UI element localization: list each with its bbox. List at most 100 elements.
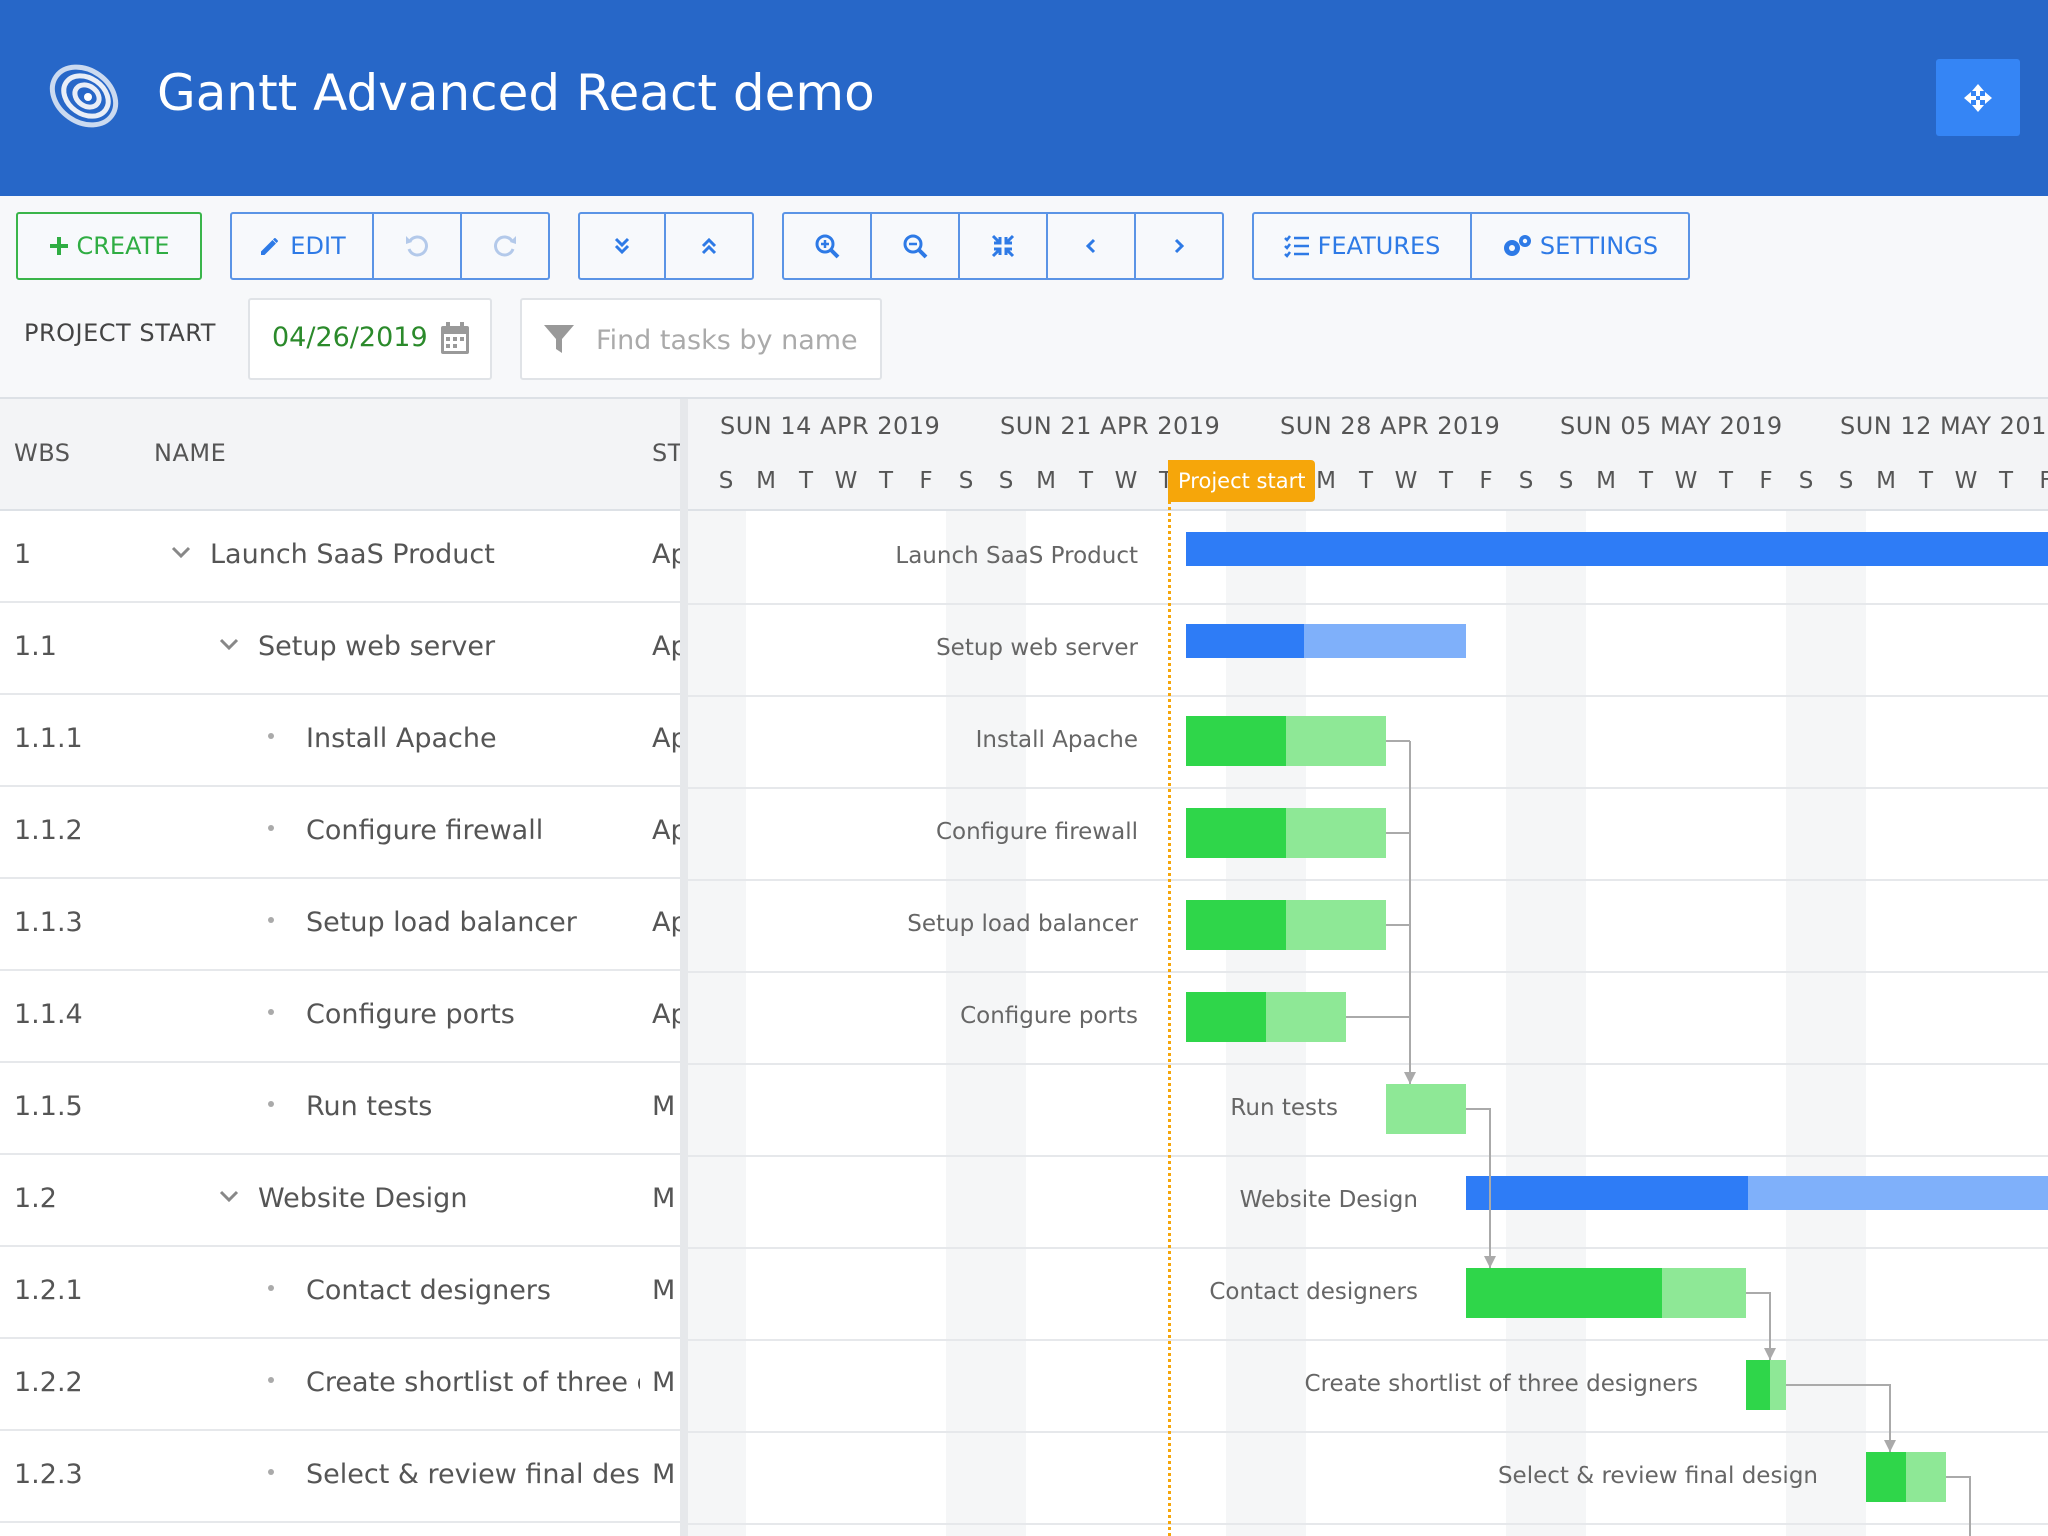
task-bar[interactable] — [1386, 1084, 1466, 1134]
features-label: FEATURES — [1317, 232, 1441, 260]
leaf-bullet-icon — [268, 1469, 274, 1475]
create-label: CREATE — [76, 232, 170, 260]
task-bar[interactable] — [1866, 1452, 1946, 1502]
pencil-icon — [261, 238, 279, 255]
wbs-cell: 1.1 — [14, 631, 57, 662]
day-header-label: T — [1638, 468, 1654, 494]
table-row[interactable]: 1.1.4 Configure ports Ap — [0, 971, 680, 1063]
day-header-label: S — [718, 468, 734, 494]
day-header-label: T — [1998, 468, 2014, 494]
table-row[interactable]: 1.2.3 Select & review final design M — [0, 1431, 680, 1523]
day-header-label: S — [1558, 468, 1574, 494]
task-bar-label: Setup web server — [936, 635, 1138, 661]
row-divider — [688, 1523, 2048, 1525]
collapse-all-button[interactable] — [666, 214, 752, 278]
create-button[interactable]: CREATE — [18, 214, 200, 278]
gears-icon — [1503, 235, 1531, 256]
zoom-out-button[interactable] — [872, 214, 960, 278]
redo-button[interactable] — [462, 214, 548, 278]
row-divider — [688, 1063, 2048, 1065]
task-filter-input[interactable] — [596, 320, 866, 360]
project-start-flag[interactable]: Project start — [1168, 460, 1316, 502]
table-row[interactable]: 1 Launch SaaS Product Ap — [0, 511, 680, 603]
task-progress — [1866, 1452, 1906, 1502]
chevron-down-icon[interactable] — [218, 1189, 240, 1205]
day-header-label: S — [998, 468, 1014, 494]
table-row[interactable]: 1.1.5 Run tests M — [0, 1063, 680, 1155]
column-header-name[interactable]: NAME — [154, 439, 226, 467]
edit-button[interactable]: EDIT — [232, 214, 374, 278]
zoom-in-button[interactable] — [784, 214, 872, 278]
next-button[interactable] — [1136, 214, 1222, 278]
chevron-down-icon[interactable] — [170, 545, 192, 561]
app-header: Gantt Advanced React demo — [0, 0, 2048, 196]
task-filter-field[interactable] — [520, 298, 882, 380]
row-divider — [688, 1247, 2048, 1249]
fullscreen-button[interactable] — [1936, 59, 2020, 136]
week-header-label: SUN 28 APR 2019 — [1280, 412, 1501, 440]
task-bar[interactable] — [1186, 992, 1346, 1042]
day-header-label: T — [1358, 468, 1374, 494]
task-name-cell: Configure firewall — [306, 815, 544, 846]
project-start-label: PROJECT START — [24, 319, 216, 347]
task-bar[interactable] — [1466, 1176, 2048, 1210]
double-chevron-up-icon — [701, 237, 717, 255]
leaf-bullet-icon — [268, 917, 274, 923]
column-header-wbs[interactable]: WBS — [14, 439, 71, 467]
start-date-cell: M — [652, 1367, 676, 1398]
table-row[interactable]: 1.2.1 Contact designers M — [0, 1247, 680, 1339]
task-bar[interactable] — [1186, 900, 1386, 950]
task-bar[interactable] — [1186, 532, 2048, 566]
day-header-label: M — [756, 468, 776, 494]
day-header-label: F — [919, 468, 933, 494]
table-row[interactable]: 1.1.3 Setup load balancer Ap — [0, 879, 680, 971]
wbs-cell: 1.1.1 — [14, 723, 83, 754]
task-bar[interactable] — [1466, 1268, 1746, 1318]
week-header-label: SUN 12 MAY 2019 — [1840, 412, 2048, 440]
chevron-down-icon[interactable] — [218, 637, 240, 653]
table-row[interactable]: 1.2.2 Create shortlist of three designers… — [0, 1339, 680, 1431]
previous-button[interactable] — [1048, 214, 1136, 278]
expand-all-button[interactable] — [580, 214, 666, 278]
day-header-label: T — [798, 468, 814, 494]
task-name-cell: Install Apache — [306, 723, 497, 754]
leaf-bullet-icon — [268, 733, 274, 739]
wbs-cell: 1.1.2 — [14, 815, 83, 846]
features-button[interactable]: FEATURES — [1254, 214, 1472, 278]
calendar-icon[interactable] — [440, 320, 470, 356]
undo-button[interactable] — [374, 214, 462, 278]
day-header-label: M — [1036, 468, 1056, 494]
day-header-label: F — [1759, 468, 1773, 494]
wbs-cell: 1.2.1 — [14, 1275, 83, 1306]
task-bar-label: Select & review final design — [1497, 1463, 1818, 1489]
task-bar[interactable] — [1186, 624, 1466, 658]
leaf-bullet-icon — [268, 1377, 274, 1383]
task-bar-label: Install Apache — [975, 727, 1138, 753]
project-start-value[interactable]: 04/26/2019 — [272, 322, 428, 353]
project-start-line — [1168, 460, 1171, 1536]
start-date-cell: M — [652, 1459, 676, 1490]
project-start-field[interactable]: 04/26/2019 — [248, 298, 492, 380]
table-row[interactable]: 1.2 Website Design M — [0, 1155, 680, 1247]
task-progress — [1186, 624, 1304, 658]
task-progress — [1186, 532, 2048, 566]
task-bar-label: Configure firewall — [935, 819, 1138, 845]
compress-icon — [991, 234, 1015, 258]
redo-icon — [494, 235, 516, 257]
task-bar[interactable] — [1746, 1360, 1786, 1410]
task-name-cell: Select & review final design — [306, 1459, 640, 1490]
task-bar[interactable] — [1186, 716, 1386, 766]
task-grid: 1 Launch SaaS Product Ap 1.1 Setup web serve… — [0, 511, 680, 1536]
table-row[interactable]: 1.1.2 Configure firewall Ap — [0, 787, 680, 879]
settings-button[interactable]: SETTINGS — [1472, 214, 1688, 278]
row-divider — [688, 787, 2048, 789]
task-bar[interactable] — [1186, 808, 1386, 858]
toolbar: CREATE EDIT FEATURES SETTINGS PROJECT ST… — [0, 196, 2048, 399]
table-row[interactable]: 1.1.1 Install Apache Ap — [0, 695, 680, 787]
column-header-start[interactable]: ST — [652, 439, 680, 467]
leaf-bullet-icon — [268, 1101, 274, 1107]
zoom-to-fit-button[interactable] — [960, 214, 1048, 278]
task-name-cell: Setup web server — [258, 631, 496, 662]
grid-splitter[interactable] — [680, 399, 688, 1536]
table-row[interactable]: 1.1 Setup web server Ap — [0, 603, 680, 695]
